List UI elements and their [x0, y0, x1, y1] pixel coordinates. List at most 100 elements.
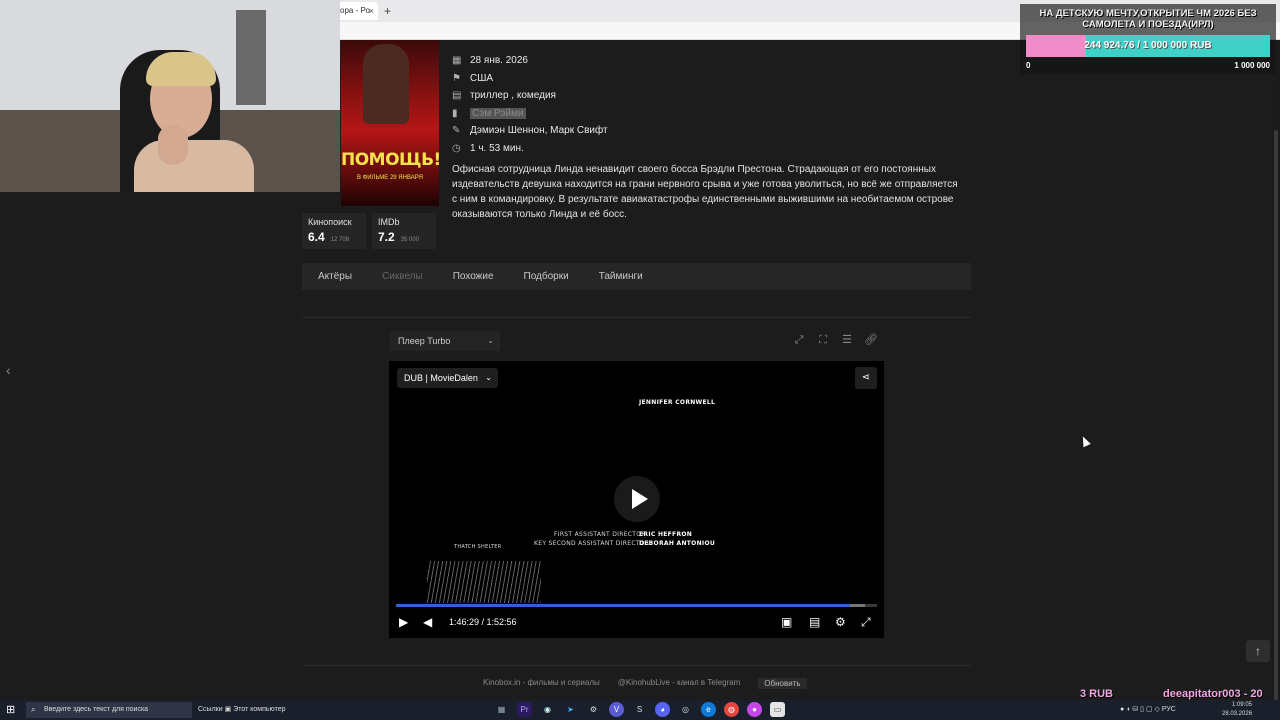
screen: ора - Ро × + ‹ ПОМОЩЬ! В ФИЛЬМЕ 29 ЯНВАР…	[0, 0, 1280, 720]
time-display: 1:46:29 / 1:52:56	[449, 617, 517, 627]
rating-kinopoisk[interactable]: Кинопоиск 6.4 12 708	[302, 213, 366, 249]
play-icon[interactable]: ▶	[399, 614, 408, 630]
taskbar-links[interactable]: Ссылки	[198, 706, 223, 713]
taskbar: ⊞ ⌕ Введите здесь текст для поиска Ссылк…	[0, 700, 1280, 720]
detail-row: ✎ Дэмиэн Шеннон, Марк Свифт	[452, 122, 952, 140]
fullscreen-icon[interactable]: ⤢	[861, 614, 871, 630]
scene-sketch	[427, 561, 541, 603]
premiere-icon[interactable]: Pr	[517, 702, 532, 717]
detail-row: ▤ триллер , комедия	[452, 87, 952, 105]
app-v-icon[interactable]: V	[609, 702, 624, 717]
genre-icon: ▤	[452, 90, 462, 102]
taskbar-computer[interactable]: Этот компьютер	[233, 706, 285, 713]
play-button[interactable]	[614, 476, 660, 522]
share-icon[interactable]: ⋖	[855, 367, 877, 389]
app-s-icon[interactable]: S	[632, 702, 647, 717]
tab-collections[interactable]: Подборки	[524, 271, 569, 282]
taskbar-clock[interactable]: 1:09:05 28.03.2026	[1222, 701, 1252, 719]
scroll-top-icon[interactable]: ↑	[1246, 640, 1270, 662]
settings-icon[interactable]: ⚙	[835, 614, 846, 630]
poster-title: ПОМОЩЬ!	[341, 150, 439, 170]
subtitles-icon[interactable]: ▤	[809, 614, 820, 630]
sidebar-collapse-icon[interactable]: ‹	[6, 362, 11, 378]
system-tray[interactable]: ● ◖ ⛁ ▯ ▢ ◇ РУС	[1120, 703, 1176, 717]
donation-title: НА ДЕТСКУЮ МЕЧТУ,ОТКРЫТИЕ ЧМ 2026 БЕЗ СА…	[1039, 8, 1257, 30]
windows-start-icon[interactable]: ⊞	[6, 703, 20, 717]
webcam-overlay	[0, 0, 340, 192]
discord-icon[interactable]: ◕	[655, 702, 670, 717]
obs-icon[interactable]: ◎	[678, 702, 693, 717]
notepad-icon[interactable]: ▭	[770, 702, 785, 717]
taskbar-apps: ▦ Pr ◉ ➤ ⚙ V S ◕ ◎ e ◍ ● ▭	[494, 702, 785, 717]
pip-icon[interactable]: ▣	[781, 614, 792, 630]
calculator-icon[interactable]: ▦	[494, 702, 509, 717]
flag-icon: ⚑	[452, 72, 461, 84]
ratings: Кинопоиск 6.4 12 708 IMDb 7.2 35 000	[302, 213, 436, 249]
rating-count: 12 708	[330, 237, 350, 243]
dub-select[interactable]: DUB | MovieDalen ⌄	[397, 368, 498, 388]
movie-tabs: Актёры Сиквелы Похожие Подборки Тайминги	[302, 263, 971, 290]
movie-details: ▦ 28 янв. 2026 ⚑ США ▤ триллер , комедия ▮ Сэм …	[452, 52, 952, 157]
webcam-door	[236, 10, 266, 105]
detail-text[interactable]: Дэмиэн Шеннон, Марк Свифт	[470, 125, 608, 136]
footer-link-telegram[interactable]: @KinohubLive - канал в Telegram	[618, 678, 741, 689]
video-player[interactable]: DUB | MovieDalen ⌄ ⋖ JENNIFER CORNWELL F…	[389, 361, 884, 638]
credit-text: THATCH SHELTER	[454, 544, 502, 550]
tab-actors[interactable]: Актёры	[318, 271, 352, 282]
search-placeholder: Введите здесь текст для поиска	[44, 706, 149, 713]
donation-progress-bar: 244 924.76 / 1 000 000 RUB	[1026, 35, 1270, 57]
clock-date: 28.03.2026	[1222, 711, 1253, 717]
donation-amount: 244 924.76 / 1 000 000 RUB	[1084, 40, 1212, 51]
director-icon: ▮	[452, 107, 458, 119]
rating-value: 6.4	[308, 230, 325, 244]
progress-fill	[396, 604, 850, 607]
scrollbar-thumb[interactable]	[1274, 130, 1278, 720]
close-tab-icon[interactable]: ×	[369, 2, 374, 20]
webcam-person-hand	[158, 125, 188, 165]
credit-name: ERIC HEFFRON	[639, 531, 693, 538]
browser-tab-title: ора - Ро	[340, 6, 370, 15]
donation-min: 0	[1026, 61, 1031, 70]
search-icon: ⌕	[31, 705, 36, 714]
poster-subtitle: В ФИЛЬМЕ 29 ЯНВАРЯ	[357, 175, 423, 181]
player-select[interactable]: Плеер Turbo ⌄	[390, 331, 500, 351]
detail-row: ▮ Сэм Рэйми	[452, 105, 952, 123]
chevron-down-icon: ⌄	[485, 373, 492, 382]
detail-text: 1 ч. 53 мин.	[470, 142, 524, 154]
tab-timings[interactable]: Тайминги	[599, 271, 643, 282]
comment-icon[interactable]: ☰	[838, 331, 856, 349]
credit-role: FIRST ASSISTANT DIRECTOR	[554, 531, 646, 538]
volume-icon[interactable]: ◀	[423, 614, 432, 630]
calendar-icon: ▦	[452, 55, 462, 67]
rating-value: 7.2	[378, 230, 395, 244]
tab-similar[interactable]: Похожие	[453, 271, 494, 282]
detail-text[interactable]: триллер , комедия	[470, 90, 556, 101]
detail-text[interactable]: Сэм Рэйми	[470, 107, 526, 119]
settings-icon[interactable]: ⚙	[586, 702, 601, 717]
taskbar-search-input[interactable]: ⌕ Введите здесь текст для поиска	[26, 702, 192, 718]
steam-icon[interactable]: ◉	[540, 702, 555, 717]
expand-icon[interactable]: ⤢	[790, 331, 808, 349]
link-icon[interactable]: 🔗︎	[862, 331, 880, 349]
webcam-person-hair	[146, 52, 216, 86]
refresh-button[interactable]: Обновить	[758, 678, 807, 689]
new-tab-button[interactable]: +	[384, 2, 391, 20]
clock-icon: ◷	[452, 142, 461, 154]
telegram-icon[interactable]: ➤	[563, 702, 578, 717]
progress-bar[interactable]	[396, 604, 877, 607]
footer-link-kinobox[interactable]: Kinobox.in - фильмы и сериалы	[483, 678, 600, 689]
fullscreen-icon[interactable]: ⛶	[814, 331, 832, 349]
app-pink-icon[interactable]: ●	[747, 702, 762, 717]
edge-icon[interactable]: e	[701, 702, 716, 717]
language-indicator[interactable]: РУС	[1162, 706, 1176, 713]
rating-imdb[interactable]: IMDb 7.2 35 000	[372, 213, 436, 249]
chrome-icon[interactable]: ◍	[724, 702, 739, 717]
scrollbar[interactable]	[1272, 40, 1280, 720]
computer-icon: ▣	[224, 706, 234, 713]
section-divider	[302, 317, 971, 318]
footer-divider	[302, 665, 971, 666]
taskbar-toolbars[interactable]: Ссылки ▣ Этот компьютер	[198, 703, 286, 717]
poster-figure	[363, 44, 409, 124]
detail-text: 28 янв. 2026	[470, 55, 528, 67]
detail-row: ▦ 28 янв. 2026	[452, 52, 952, 70]
